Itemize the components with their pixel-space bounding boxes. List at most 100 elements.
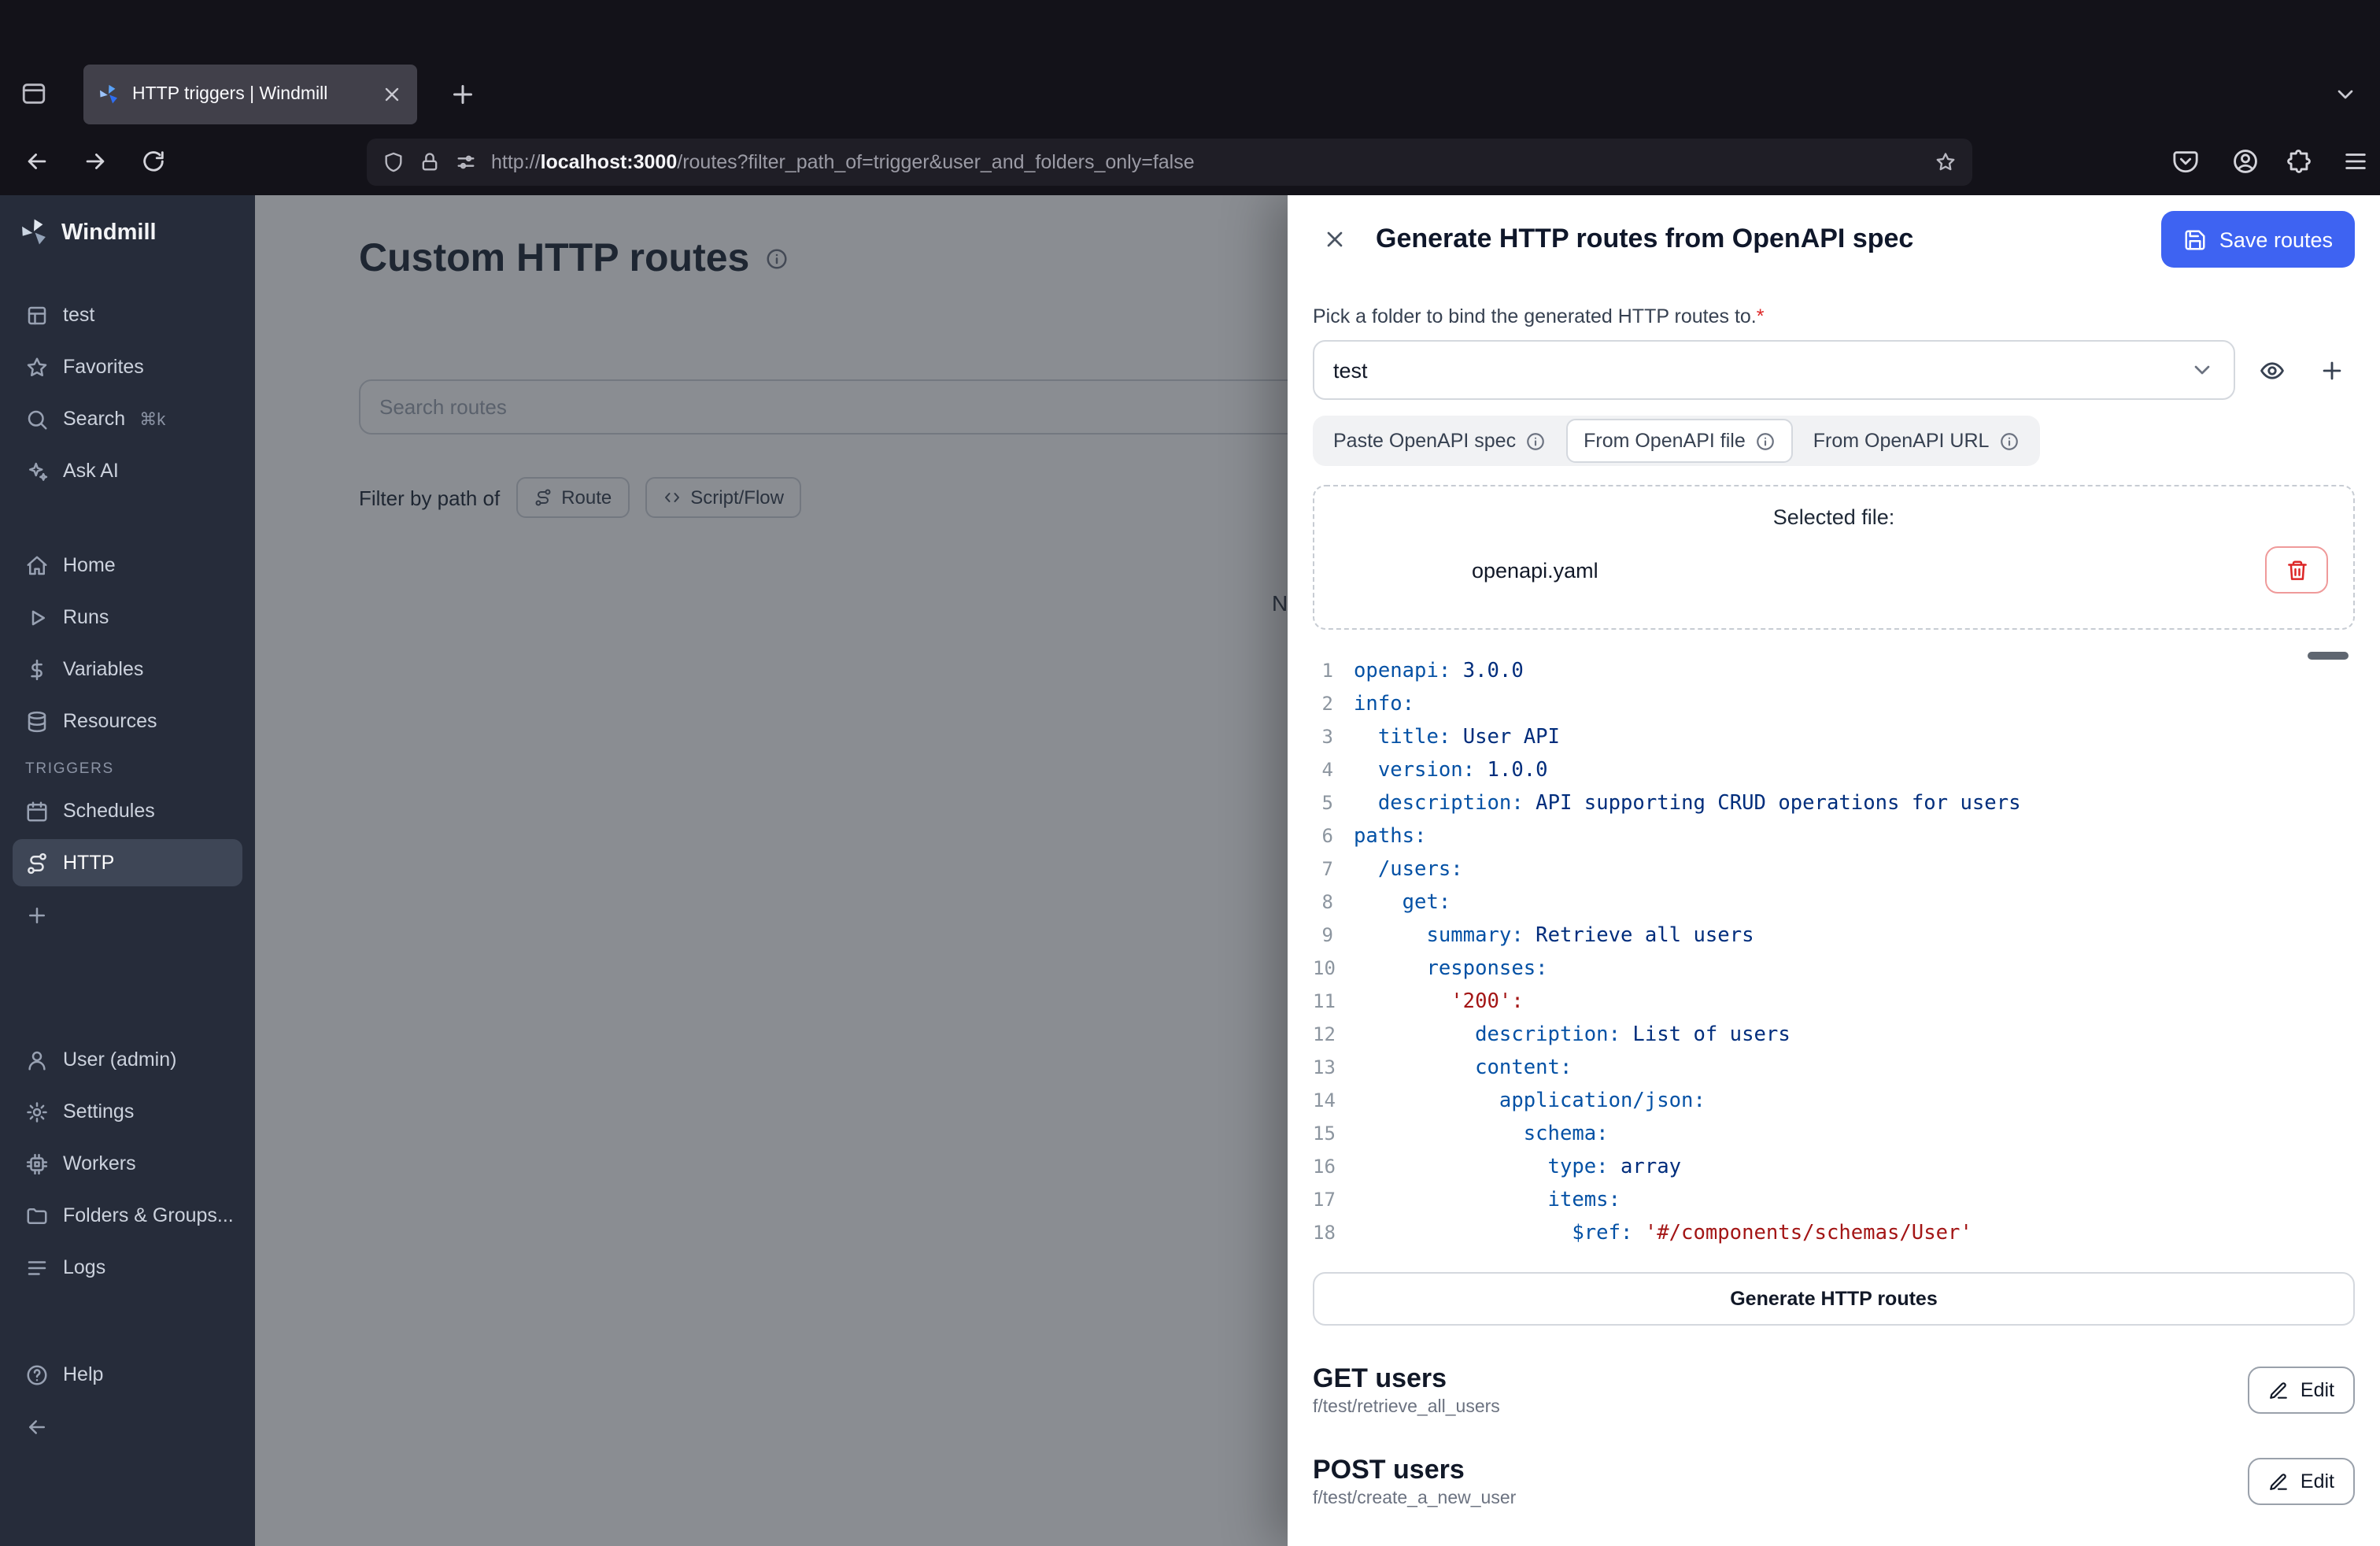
- preview-folder-button[interactable]: [2248, 346, 2295, 394]
- sidebar-item-label: Ask AI: [63, 460, 119, 482]
- sidebar-item-collapse[interactable]: [13, 1403, 242, 1450]
- sidebar-item-add-trigger[interactable]: [13, 891, 242, 938]
- trash-icon: [2285, 558, 2308, 582]
- sidebar: Windmill test Favorites Search⌘k Ask AI Home…: [0, 195, 255, 1546]
- spec-tab-paste-openapi-spec[interactable]: Paste OpenAPI spec: [1316, 419, 1563, 463]
- code-line: 18 $ref: '#/components/schemas/User': [1313, 1217, 2355, 1250]
- sidebar-item-workers[interactable]: Workers: [13, 1140, 242, 1187]
- tab-close-icon[interactable]: [381, 83, 403, 105]
- spec-tab-from-openapi-url[interactable]: From OpenAPI URL: [1796, 419, 2037, 463]
- sidebar-item-runs[interactable]: Runs: [13, 594, 242, 641]
- eye-icon: [2258, 357, 2285, 383]
- database-icon: [25, 709, 49, 733]
- code-line: 16 type: array: [1313, 1151, 2355, 1184]
- sidebar-item-label: test: [63, 304, 94, 326]
- arrow-left-icon: [25, 1415, 49, 1438]
- code-line: 13 content:: [1313, 1052, 2355, 1085]
- line-number: 4: [1313, 754, 1354, 787]
- drawer-header: Generate HTTP routes from OpenAPI spec S…: [1313, 195, 2355, 283]
- back-button[interactable]: [24, 148, 50, 175]
- sidebar-item-search[interactable]: Search⌘k: [13, 395, 242, 442]
- drawer-title: Generate HTTP routes from OpenAPI spec: [1376, 224, 2142, 255]
- delete-file-button[interactable]: [2265, 546, 2328, 594]
- folder-icon: [25, 1204, 49, 1227]
- generate-routes-button[interactable]: Generate HTTP routes: [1313, 1272, 2355, 1326]
- route-path: f/test/create_a_new_user: [1313, 1489, 1516, 1508]
- code-line: 7 /users:: [1313, 853, 2355, 886]
- selected-file-box: Selected file: openapi.yaml: [1313, 485, 2355, 630]
- search-icon: [25, 407, 49, 431]
- permissions-icon[interactable]: [455, 151, 477, 173]
- line-number: 15: [1313, 1118, 1354, 1151]
- line-number: 3: [1313, 721, 1354, 754]
- sidebar-item-settings[interactable]: Settings: [13, 1088, 242, 1135]
- code-line: 10 responses:: [1313, 952, 2355, 986]
- save-routes-label: Save routes: [2219, 227, 2333, 251]
- sidebar-item-variables[interactable]: Variables: [13, 645, 242, 693]
- info-icon: [1525, 431, 1546, 451]
- sidebar-groups: test Favorites Search⌘k Ask AI Home RunsVaria…: [0, 291, 255, 1450]
- code-text: paths:: [1354, 820, 1426, 853]
- sidebar-group-quick: Favorites Search⌘k Ask AI: [0, 343, 255, 494]
- sidebar-item-home[interactable]: Home: [13, 542, 242, 589]
- folder-label: Pick a folder to bind the generated HTTP…: [1313, 305, 2355, 327]
- workspace-icon: [25, 303, 49, 327]
- sidebar-group-workspace: test: [0, 291, 255, 338]
- hamburger-menu-icon[interactable]: [2342, 148, 2369, 175]
- code-text: description: API supporting CRUD operati…: [1354, 787, 2021, 820]
- line-number: 2: [1313, 688, 1354, 721]
- edit-route-button[interactable]: Edit: [2249, 1458, 2355, 1505]
- sidebar-item-workspace-test[interactable]: test: [13, 291, 242, 338]
- brand-name: Windmill: [61, 220, 157, 245]
- edit-route-button[interactable]: Edit: [2249, 1367, 2355, 1414]
- line-number: 6: [1313, 820, 1354, 853]
- spec-source-tabs: Paste OpenAPI specFrom OpenAPI file From …: [1313, 416, 2039, 466]
- tabs-overflow-icon[interactable]: [2333, 82, 2358, 107]
- lock-icon[interactable]: [419, 151, 441, 173]
- shield-icon[interactable]: [382, 151, 405, 173]
- selected-file-row: openapi.yaml: [1340, 546, 2328, 594]
- sidebar-item-user-admin[interactable]: User (admin): [13, 1036, 242, 1083]
- star-icon: [25, 355, 49, 379]
- line-number: 9: [1313, 919, 1354, 952]
- line-number: 1: [1313, 655, 1354, 688]
- code-editor[interactable]: 1openapi: 3.0.02info:3 title: User API4 …: [1313, 649, 2355, 1259]
- new-tab-button[interactable]: [449, 80, 477, 109]
- windmill-logo-icon: [19, 217, 49, 247]
- sidebar-item-help[interactable]: Help: [13, 1351, 242, 1398]
- extensions-icon[interactable]: [2286, 148, 2312, 175]
- code-line: 4 version: 1.0.0: [1313, 754, 2355, 787]
- sidebar-item-label: Resources: [63, 710, 157, 732]
- sidebar-item-resources[interactable]: Resources: [13, 697, 242, 745]
- spec-tab-label: From OpenAPI URL: [1813, 430, 1990, 452]
- brand[interactable]: Windmill: [0, 195, 255, 260]
- windmill-favicon-icon: [98, 83, 120, 105]
- save-routes-button[interactable]: Save routes: [2161, 211, 2355, 268]
- sidebar-item-ask-ai[interactable]: Ask AI: [13, 447, 242, 494]
- bookmark-star-icon[interactable]: [1935, 151, 1957, 173]
- pencil-icon: [2269, 1471, 2289, 1492]
- sidebar-item-schedules[interactable]: Schedules: [13, 787, 242, 834]
- sidebar-item-http[interactable]: HTTP: [13, 839, 242, 886]
- code-text: $ref: '#/components/schemas/User': [1354, 1217, 1972, 1250]
- firefox-view-icon[interactable]: [20, 80, 47, 107]
- editor-scrollbar[interactable]: [2308, 652, 2349, 660]
- drawer-close-button[interactable]: [1313, 217, 1357, 261]
- sidebar-item-folders-groups[interactable]: Folders & Groups...: [13, 1192, 242, 1239]
- browser-tab[interactable]: HTTP triggers | Windmill: [83, 65, 417, 124]
- spec-tab-from-openapi-file[interactable]: From OpenAPI file: [1566, 419, 1793, 463]
- account-icon[interactable]: [2232, 148, 2259, 175]
- close-icon: [1322, 227, 1347, 252]
- reload-button[interactable]: [140, 148, 167, 175]
- sidebar-item-logs[interactable]: Logs: [13, 1244, 242, 1291]
- add-folder-button[interactable]: [2308, 346, 2355, 394]
- sidebar-group-main: Home RunsVariables Resources: [0, 542, 255, 745]
- code-line: 9 summary: Retrieve all users: [1313, 919, 2355, 952]
- pocket-icon[interactable]: [2172, 148, 2199, 175]
- sidebar-item-favorites[interactable]: Favorites: [13, 343, 242, 390]
- sidebar-item-label: User (admin): [63, 1049, 177, 1071]
- forward-button[interactable]: [82, 148, 109, 175]
- url-bar[interactable]: http://localhost:3000/routes?filter_path…: [367, 139, 1972, 186]
- folder-select[interactable]: test: [1313, 340, 2235, 400]
- code-text: title: User API: [1354, 721, 1560, 754]
